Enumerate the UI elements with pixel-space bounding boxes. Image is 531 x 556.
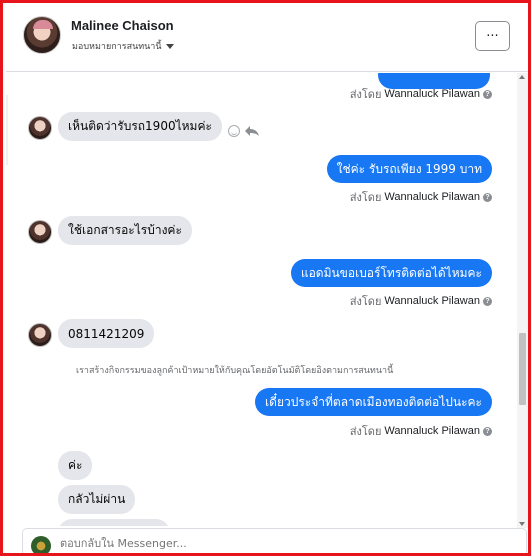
conversation-header: Malinee Chaison มอบหมายการสนทนานี้ ··· bbox=[6, 6, 528, 72]
sent-by-label: ส่งโดย Wannaluck Pilawan ? bbox=[350, 188, 492, 206]
caret-down-icon bbox=[165, 43, 174, 49]
message-bubble-incoming[interactable] bbox=[58, 519, 170, 526]
system-notice: เราสร้างกิจกรรมของลูกค้าเป้าหมายให้กับคุ… bbox=[76, 366, 394, 376]
message-bubble-incoming[interactable]: 0811421209 bbox=[58, 319, 155, 348]
agent-name: Wannaluck Pilawan bbox=[384, 425, 480, 437]
more-icon: ··· bbox=[486, 28, 499, 44]
message-bubble-incoming[interactable]: กลัวไม่ผ่าน bbox=[58, 485, 136, 514]
contact-avatar-small bbox=[28, 220, 52, 244]
sent-by-label: ส่งโดย Wannaluck Pilawan ? bbox=[350, 292, 492, 310]
contact-avatar-small bbox=[28, 323, 52, 347]
assign-label: มอบหมายการสนทนานี้ bbox=[72, 42, 162, 52]
help-icon[interactable]: ? bbox=[483, 192, 492, 202]
contact-name[interactable]: Malinee Chaison bbox=[71, 18, 174, 33]
help-icon[interactable]: ? bbox=[483, 426, 492, 436]
reply-input[interactable] bbox=[60, 537, 260, 550]
message-bubble-incoming[interactable]: ค่ะ bbox=[58, 451, 93, 480]
contact-avatar[interactable] bbox=[23, 16, 61, 54]
page-avatar bbox=[31, 536, 51, 553]
reply-icon[interactable] bbox=[244, 125, 260, 137]
thread-scrollbar[interactable] bbox=[517, 73, 528, 528]
smile-icon[interactable] bbox=[228, 125, 240, 137]
reply-composer bbox=[22, 528, 527, 553]
message-bubble-outgoing[interactable]: เดี๋ยวประจำที่ตลาดเมืองทองติดต่อไปนะคะ bbox=[255, 388, 492, 416]
messenger-window: Malinee Chaison มอบหมายการสนทนานี้ ··· ส… bbox=[0, 0, 531, 556]
sent-by-label: ส่งโดย Wannaluck Pilawan ? bbox=[350, 85, 492, 103]
assign-conversation-dropdown[interactable]: มอบหมายการสนทนานี้ bbox=[72, 39, 174, 53]
agent-name: Wannaluck Pilawan bbox=[384, 191, 480, 203]
message-bubble-incoming[interactable]: เห็นติดว่ารับรถ1900ไหมค่ะ bbox=[58, 112, 222, 141]
help-icon[interactable]: ? bbox=[483, 296, 492, 306]
help-icon[interactable]: ? bbox=[483, 89, 492, 99]
sent-by-label: ส่งโดย Wannaluck Pilawan ? bbox=[350, 422, 492, 440]
message-thread: ส่งโดย Wannaluck Pilawan ? เห็นติดว่ารับ… bbox=[6, 73, 520, 526]
sent-by-prefix: ส่งโดย bbox=[349, 89, 382, 101]
sent-by-prefix: ส่งโดย bbox=[349, 296, 382, 308]
sent-by-prefix: ส่งโดย bbox=[349, 192, 382, 204]
message-bubble-outgoing[interactable]: แอดมินขอเบอร์โทรติดต่อได้ไหมคะ bbox=[290, 259, 492, 287]
scroll-up-icon[interactable] bbox=[519, 75, 525, 79]
agent-name: Wannaluck Pilawan bbox=[384, 295, 480, 307]
message-bubble-incoming[interactable]: ใช้เอกสารอะไรบ้างค่ะ bbox=[58, 216, 192, 245]
sent-by-prefix: ส่งโดย bbox=[349, 426, 382, 438]
more-options-button[interactable]: ··· bbox=[475, 21, 510, 51]
scrollbar-thumb[interactable] bbox=[519, 333, 526, 405]
scroll-down-icon[interactable] bbox=[519, 522, 525, 526]
contact-avatar-small bbox=[28, 116, 52, 140]
message-actions bbox=[228, 125, 260, 137]
agent-name: Wannaluck Pilawan bbox=[384, 88, 480, 100]
message-bubble-outgoing[interactable]: ใช่ค่ะ รับรถเพียง 1999 บาท bbox=[326, 155, 492, 183]
